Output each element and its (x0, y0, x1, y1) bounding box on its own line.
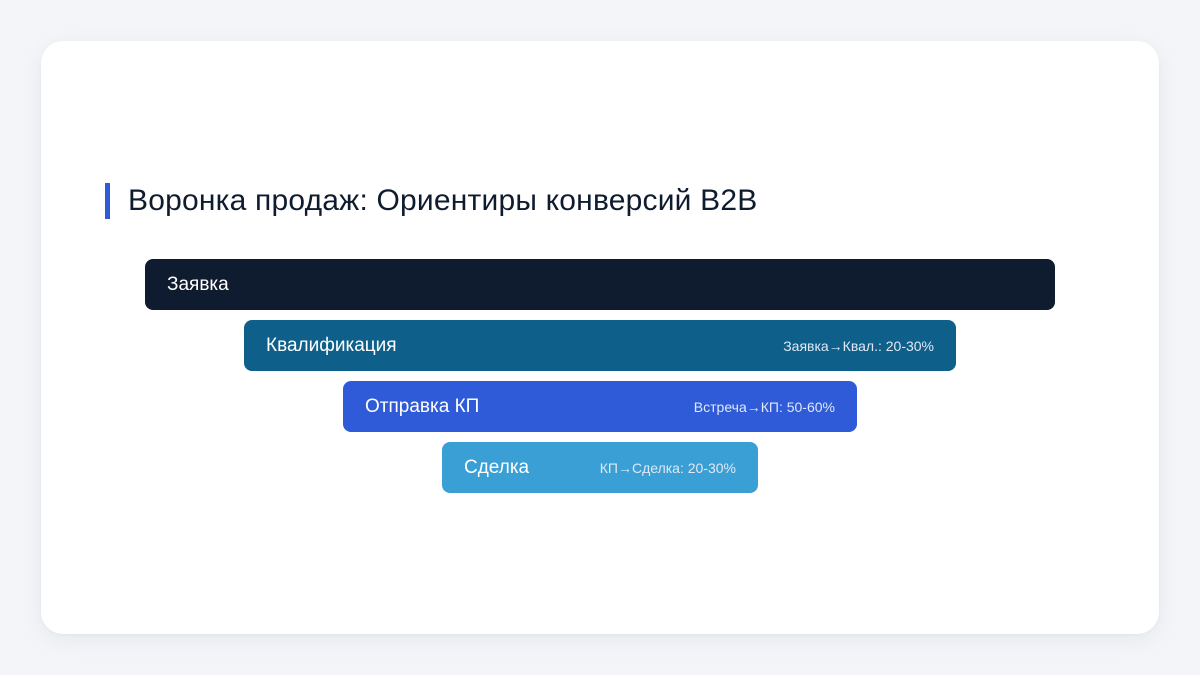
funnel-stage-application: Заявка (145, 259, 1055, 310)
stage-label: Отправка КП (365, 395, 480, 417)
stage-conversion-rate: Заявка→Квал.: 20-30% (783, 337, 934, 354)
stage-label: Сделка (464, 456, 530, 478)
slide-header: Воронка продаж: Ориентиры конверсий B2B (105, 183, 757, 219)
slide-title: Воронка продаж: Ориентиры конверсий B2B (128, 184, 758, 217)
title-accent-bar (105, 183, 110, 219)
funnel-stage-qualification: Квалификация Заявка→Квал.: 20-30% (244, 320, 956, 371)
stage-label: Квалификация (266, 334, 397, 356)
stage-conversion-rate: КП→Сделка: 20-30% (599, 459, 736, 476)
funnel-stage-proposal: Отправка КП Встреча→КП: 50-60% (343, 381, 857, 432)
funnel-stage-deal: Сделка КП→Сделка: 20-30% (442, 442, 758, 493)
stage-label: Заявка (167, 273, 229, 295)
stage-conversion-rate: Встреча→КП: 50-60% (693, 398, 835, 415)
